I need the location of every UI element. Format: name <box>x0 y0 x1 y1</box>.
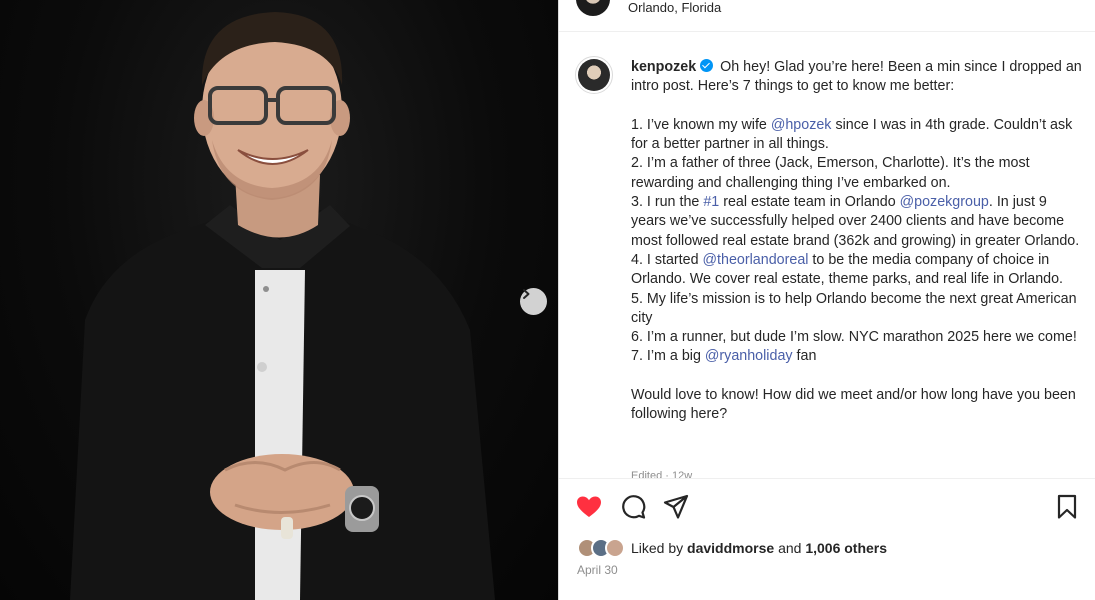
verified-badge-icon <box>700 59 714 72</box>
caption-area: kenpozek Oh hey! Glad you’re here! Been … <box>559 50 1095 478</box>
paper-plane-icon <box>663 494 689 519</box>
comment-button[interactable] <box>619 493 647 521</box>
location-link[interactable]: Orlando, Florida <box>628 0 721 15</box>
mention-pozekgroup[interactable]: @pozekgroup <box>900 194 989 210</box>
caption-closing: Would love to know! How did we meet and/… <box>631 387 1076 423</box>
author-avatar[interactable] <box>575 56 613 94</box>
action-bar: Liked by daviddmorse and 1,006 others Ap… <box>559 478 1095 600</box>
mention-hpozek[interactable]: @hpozek <box>771 117 832 133</box>
caption-text: kenpozek Oh hey! Glad you’re here! Been … <box>631 58 1083 425</box>
caption-item-2: 2. I’m a father of three (Jack, Emerson,… <box>631 155 1030 191</box>
edited-label: Edited · 12w <box>631 470 693 478</box>
bookmark-icon <box>1057 494 1077 519</box>
liked-by-text: Liked by daviddmorse and 1,006 others <box>631 540 888 556</box>
mention-theorlandoreal[interactable]: @theorlandoreal <box>703 252 809 268</box>
comment-icon <box>622 495 646 519</box>
caption-item-6: 6. I’m a runner, but dude I’m slow. NYC … <box>631 329 1077 346</box>
mention-ryanholiday[interactable]: @ryanholiday <box>705 348 793 364</box>
liker-avatar[interactable] <box>605 538 625 558</box>
post-date[interactable]: April 30 <box>577 563 618 577</box>
header-avatar[interactable] <box>576 0 610 16</box>
post-header: Orlando, Florida <box>559 0 1095 32</box>
caption-intro: Oh hey! Glad you’re here! Been a min sin… <box>631 59 1082 95</box>
likes-summary: Liked by daviddmorse and 1,006 others <box>577 537 887 559</box>
save-button[interactable] <box>1053 493 1081 521</box>
author-username[interactable]: kenpozek <box>631 59 696 75</box>
chevron-right-icon <box>523 289 530 299</box>
next-photo-button[interactable] <box>520 288 547 315</box>
hashtag-1[interactable]: #1 <box>703 194 719 210</box>
likes-count-link[interactable]: 1,006 others <box>805 540 887 556</box>
liked-by-user-link[interactable]: daviddmorse <box>687 540 774 556</box>
like-button[interactable] <box>575 493 603 521</box>
caption-item-5: 5. My life’s mission is to help Orlando … <box>631 290 1077 326</box>
heart-icon <box>577 496 601 517</box>
share-button[interactable] <box>662 493 690 521</box>
post-photo <box>0 0 558 600</box>
portrait-illustration <box>70 12 495 600</box>
post-side-panel: Orlando, Florida kenpozek Oh hey! Glad y… <box>558 0 1095 600</box>
